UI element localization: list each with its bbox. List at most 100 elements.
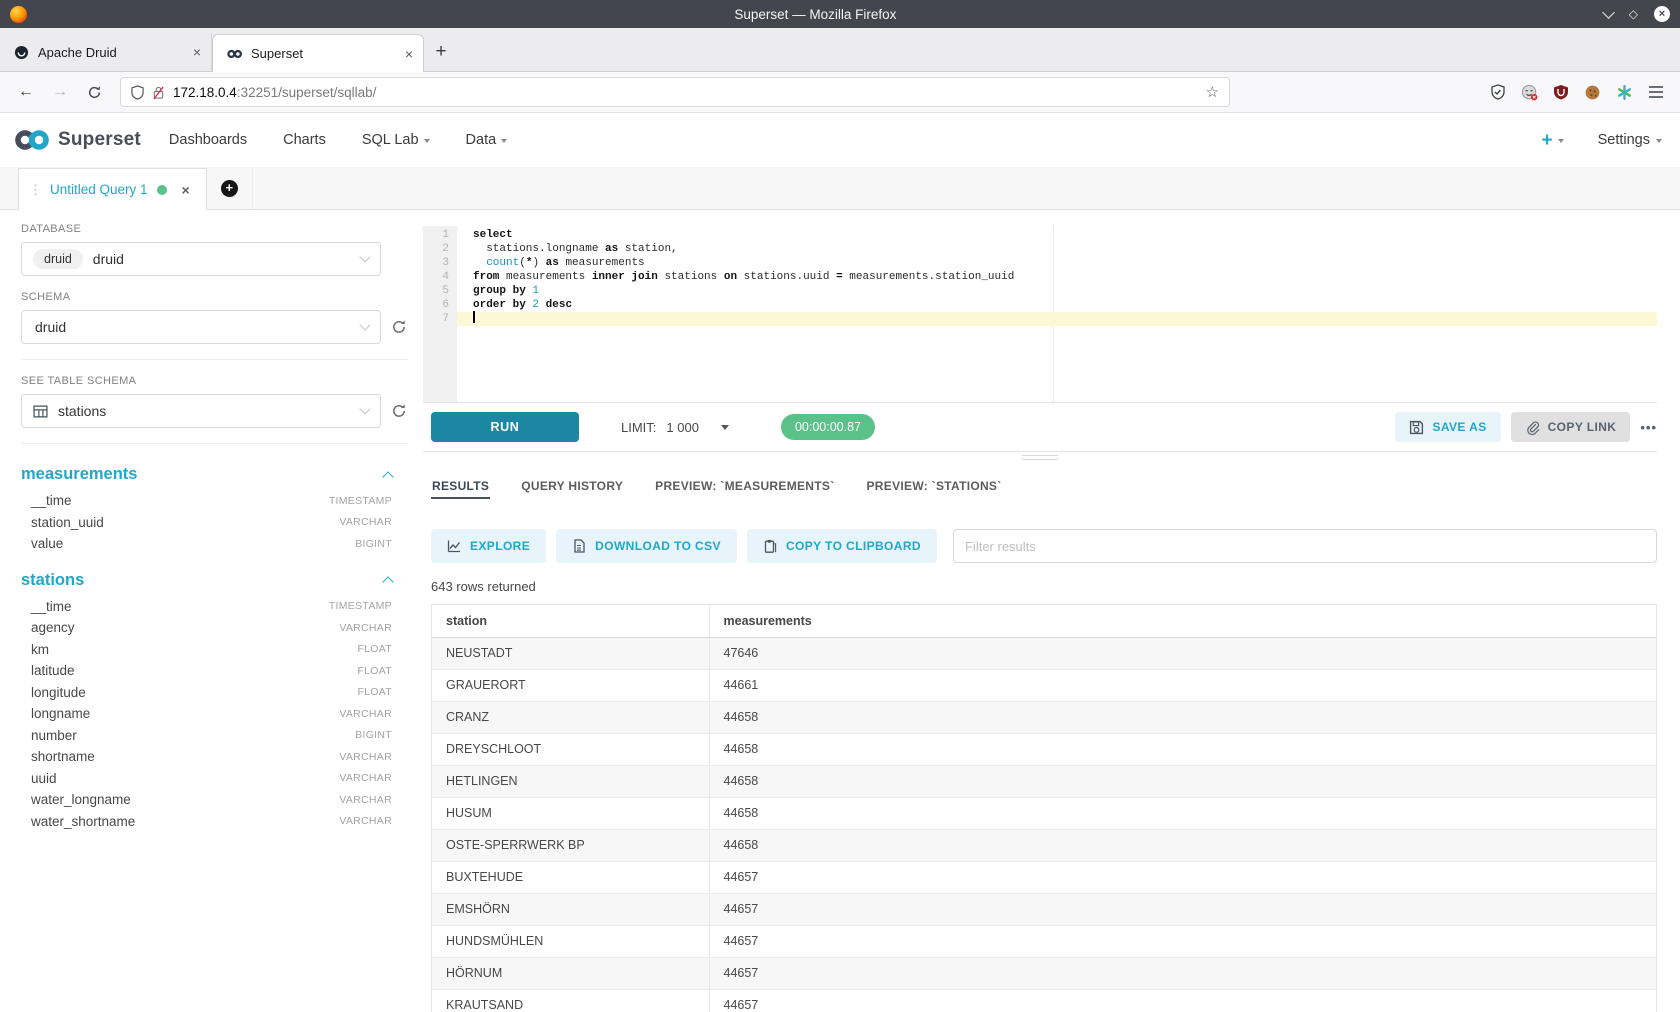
- download-to-csv-button[interactable]: DOWNLOAD TO CSV: [556, 529, 737, 563]
- menu-hamburger-icon[interactable]: [1648, 85, 1664, 99]
- window-maximize-icon[interactable]: ◇: [1629, 7, 1638, 21]
- tab-close-icon[interactable]: ×: [193, 44, 201, 60]
- database-select[interactable]: druid druid: [21, 242, 381, 276]
- save-as-button[interactable]: SAVE AS: [1395, 412, 1500, 442]
- action-buttons: EXPLORE DOWNLOAD TO CSV COPY TO CLIPBOARD: [431, 529, 937, 563]
- table-section-header-stations[interactable]: stations: [21, 565, 408, 596]
- line-number: 5: [423, 284, 457, 298]
- column-type: VARCHAR: [339, 794, 392, 806]
- tab-query-history[interactable]: QUERY HISTORY: [520, 479, 624, 507]
- table-select[interactable]: stations: [21, 394, 381, 428]
- column-row-station-uuid: station_uuidVARCHAR: [21, 512, 408, 534]
- tab-close-icon[interactable]: ×: [405, 46, 413, 62]
- browser-tab-superset[interactable]: Superset ×: [212, 34, 424, 72]
- refresh-schema-icon[interactable]: [391, 319, 408, 335]
- explore-button[interactable]: EXPLORE: [431, 529, 546, 563]
- table-row[interactable]: HUNDSMÜHLEN44657: [432, 925, 1656, 957]
- table-row[interactable]: KRAUTSAND44657: [432, 989, 1656, 1012]
- table-row[interactable]: HETLINGEN44658: [432, 765, 1656, 797]
- cell-measurements: 47646: [709, 637, 1656, 669]
- column-header-station[interactable]: station: [432, 605, 709, 637]
- code-line-6[interactable]: order by 2 desc: [457, 298, 1657, 312]
- window-close-icon[interactable]: ×: [1654, 6, 1670, 22]
- text-cursor: [473, 311, 475, 323]
- table-row[interactable]: CRANZ44658: [432, 701, 1656, 733]
- chevron-down-icon: [424, 139, 430, 143]
- column-type: FLOAT: [357, 643, 392, 655]
- insecure-lock-icon[interactable]: [152, 85, 165, 100]
- table-row[interactable]: HÖRNUM44657: [432, 957, 1656, 989]
- window-minimize-icon[interactable]: [1602, 6, 1615, 19]
- mask-extension-icon[interactable]: [1521, 84, 1538, 101]
- url-bar[interactable]: 172.18.0.4:32251/superset/sqllab/ ☆: [120, 77, 1230, 107]
- code-line-7[interactable]: [457, 312, 1657, 326]
- run-button[interactable]: RUN: [431, 412, 579, 442]
- table-row[interactable]: GRAUERORT44661: [432, 669, 1656, 701]
- column-row-longitude: longitudeFLOAT: [21, 682, 408, 704]
- table-row[interactable]: NEUSTADT47646: [432, 637, 1656, 669]
- code-line-3[interactable]: count(*) as measurements: [457, 256, 1657, 270]
- table-row[interactable]: HUSUM44658: [432, 797, 1656, 829]
- cookie-extension-icon[interactable]: [1584, 84, 1601, 101]
- shield-extension-icon[interactable]: [1490, 84, 1506, 100]
- table-row[interactable]: OSTE-SPERRWERK BP44658: [432, 829, 1656, 861]
- cell-measurements: 44658: [709, 829, 1656, 861]
- chevron-up-icon[interactable]: [382, 576, 393, 587]
- save-icon: [1409, 420, 1424, 435]
- superset-logo[interactable]: Superset: [12, 128, 141, 152]
- nav-item-dashboards[interactable]: Dashboards: [169, 132, 247, 148]
- table-row[interactable]: EMSHÖRN44657: [432, 893, 1656, 925]
- database-label: DATABASE: [21, 223, 408, 235]
- tab-preview-measurements[interactable]: PREVIEW: `MEASUREMENTS`: [654, 479, 835, 507]
- action-label: COPY TO CLIPBOARD: [786, 539, 921, 553]
- filter-results-input[interactable]: [953, 529, 1657, 563]
- editor-code[interactable]: select stations.longname as station, cou…: [457, 226, 1657, 402]
- column-name: agency: [31, 620, 75, 635]
- more-options-button[interactable]: •••: [1640, 420, 1657, 435]
- nav-item-sql-lab[interactable]: SQL Lab: [362, 132, 430, 148]
- cell-measurements: 44658: [709, 733, 1656, 765]
- nav-item-charts[interactable]: Charts: [283, 132, 326, 148]
- pane-resizer[interactable]: [423, 451, 1657, 463]
- reload-button[interactable]: [80, 78, 108, 106]
- column-type: BIGINT: [355, 538, 392, 550]
- copy-to-clipboard-button[interactable]: COPY TO CLIPBOARD: [747, 529, 937, 563]
- code-line-1[interactable]: select: [457, 228, 1657, 242]
- table-row[interactable]: BUXTEHUDE44657: [432, 861, 1656, 893]
- ublock-extension-icon[interactable]: [1553, 84, 1569, 100]
- table-section-header-measurements[interactable]: measurements: [21, 459, 408, 490]
- copy-link-button[interactable]: COPY LINK: [1511, 412, 1631, 442]
- bookmark-star-icon[interactable]: ☆: [1206, 83, 1219, 101]
- add-query-tab-button[interactable]: +: [207, 167, 253, 209]
- add-new-button[interactable]: +: [1541, 131, 1563, 150]
- column-header-measurements[interactable]: measurements: [709, 605, 1656, 637]
- database-value: druid: [93, 251, 124, 267]
- asterisk-extension-icon[interactable]: [1616, 84, 1633, 101]
- forward-button[interactable]: →: [46, 78, 74, 106]
- druid-favicon-icon: [14, 46, 30, 58]
- tracking-shield-icon[interactable]: [131, 85, 144, 100]
- chevron-down-icon: [359, 403, 370, 414]
- tab-preview-stations[interactable]: PREVIEW: `STATIONS`: [866, 479, 1003, 507]
- chevron-down-icon: [359, 319, 370, 330]
- new-tab-button[interactable]: +: [424, 33, 458, 71]
- query-tab-close-icon[interactable]: ×: [182, 182, 190, 198]
- sql-editor[interactable]: 1234567 select stations.longname as stat…: [423, 226, 1657, 403]
- drag-handle-icon[interactable]: ⋮: [29, 182, 41, 198]
- back-button[interactable]: ←: [12, 78, 40, 106]
- table-row[interactable]: DREYSCHLOOT44658: [432, 733, 1656, 765]
- schema-select[interactable]: druid: [21, 310, 381, 344]
- refresh-table-icon[interactable]: [391, 403, 408, 419]
- query-tab-untitled-query-1[interactable]: ⋮ Untitled Query 1 ×: [18, 168, 207, 210]
- tab-results[interactable]: RESULTS: [431, 479, 490, 507]
- settings-menu[interactable]: Settings: [1598, 132, 1662, 148]
- code-line-4[interactable]: from measurements inner join stations on…: [457, 270, 1657, 284]
- chevron-up-icon[interactable]: [382, 471, 393, 482]
- limit-dropdown[interactable]: LIMIT: 1 000: [621, 420, 729, 435]
- brand-name: Superset: [58, 129, 141, 151]
- code-line-5[interactable]: group by 1: [457, 284, 1657, 298]
- code-line-2[interactable]: stations.longname as station,: [457, 242, 1657, 256]
- browser-tab-apache-druid[interactable]: Apache Druid ×: [0, 33, 212, 71]
- nav-item-data[interactable]: Data: [466, 132, 508, 148]
- cell-measurements: 44657: [709, 989, 1656, 1012]
